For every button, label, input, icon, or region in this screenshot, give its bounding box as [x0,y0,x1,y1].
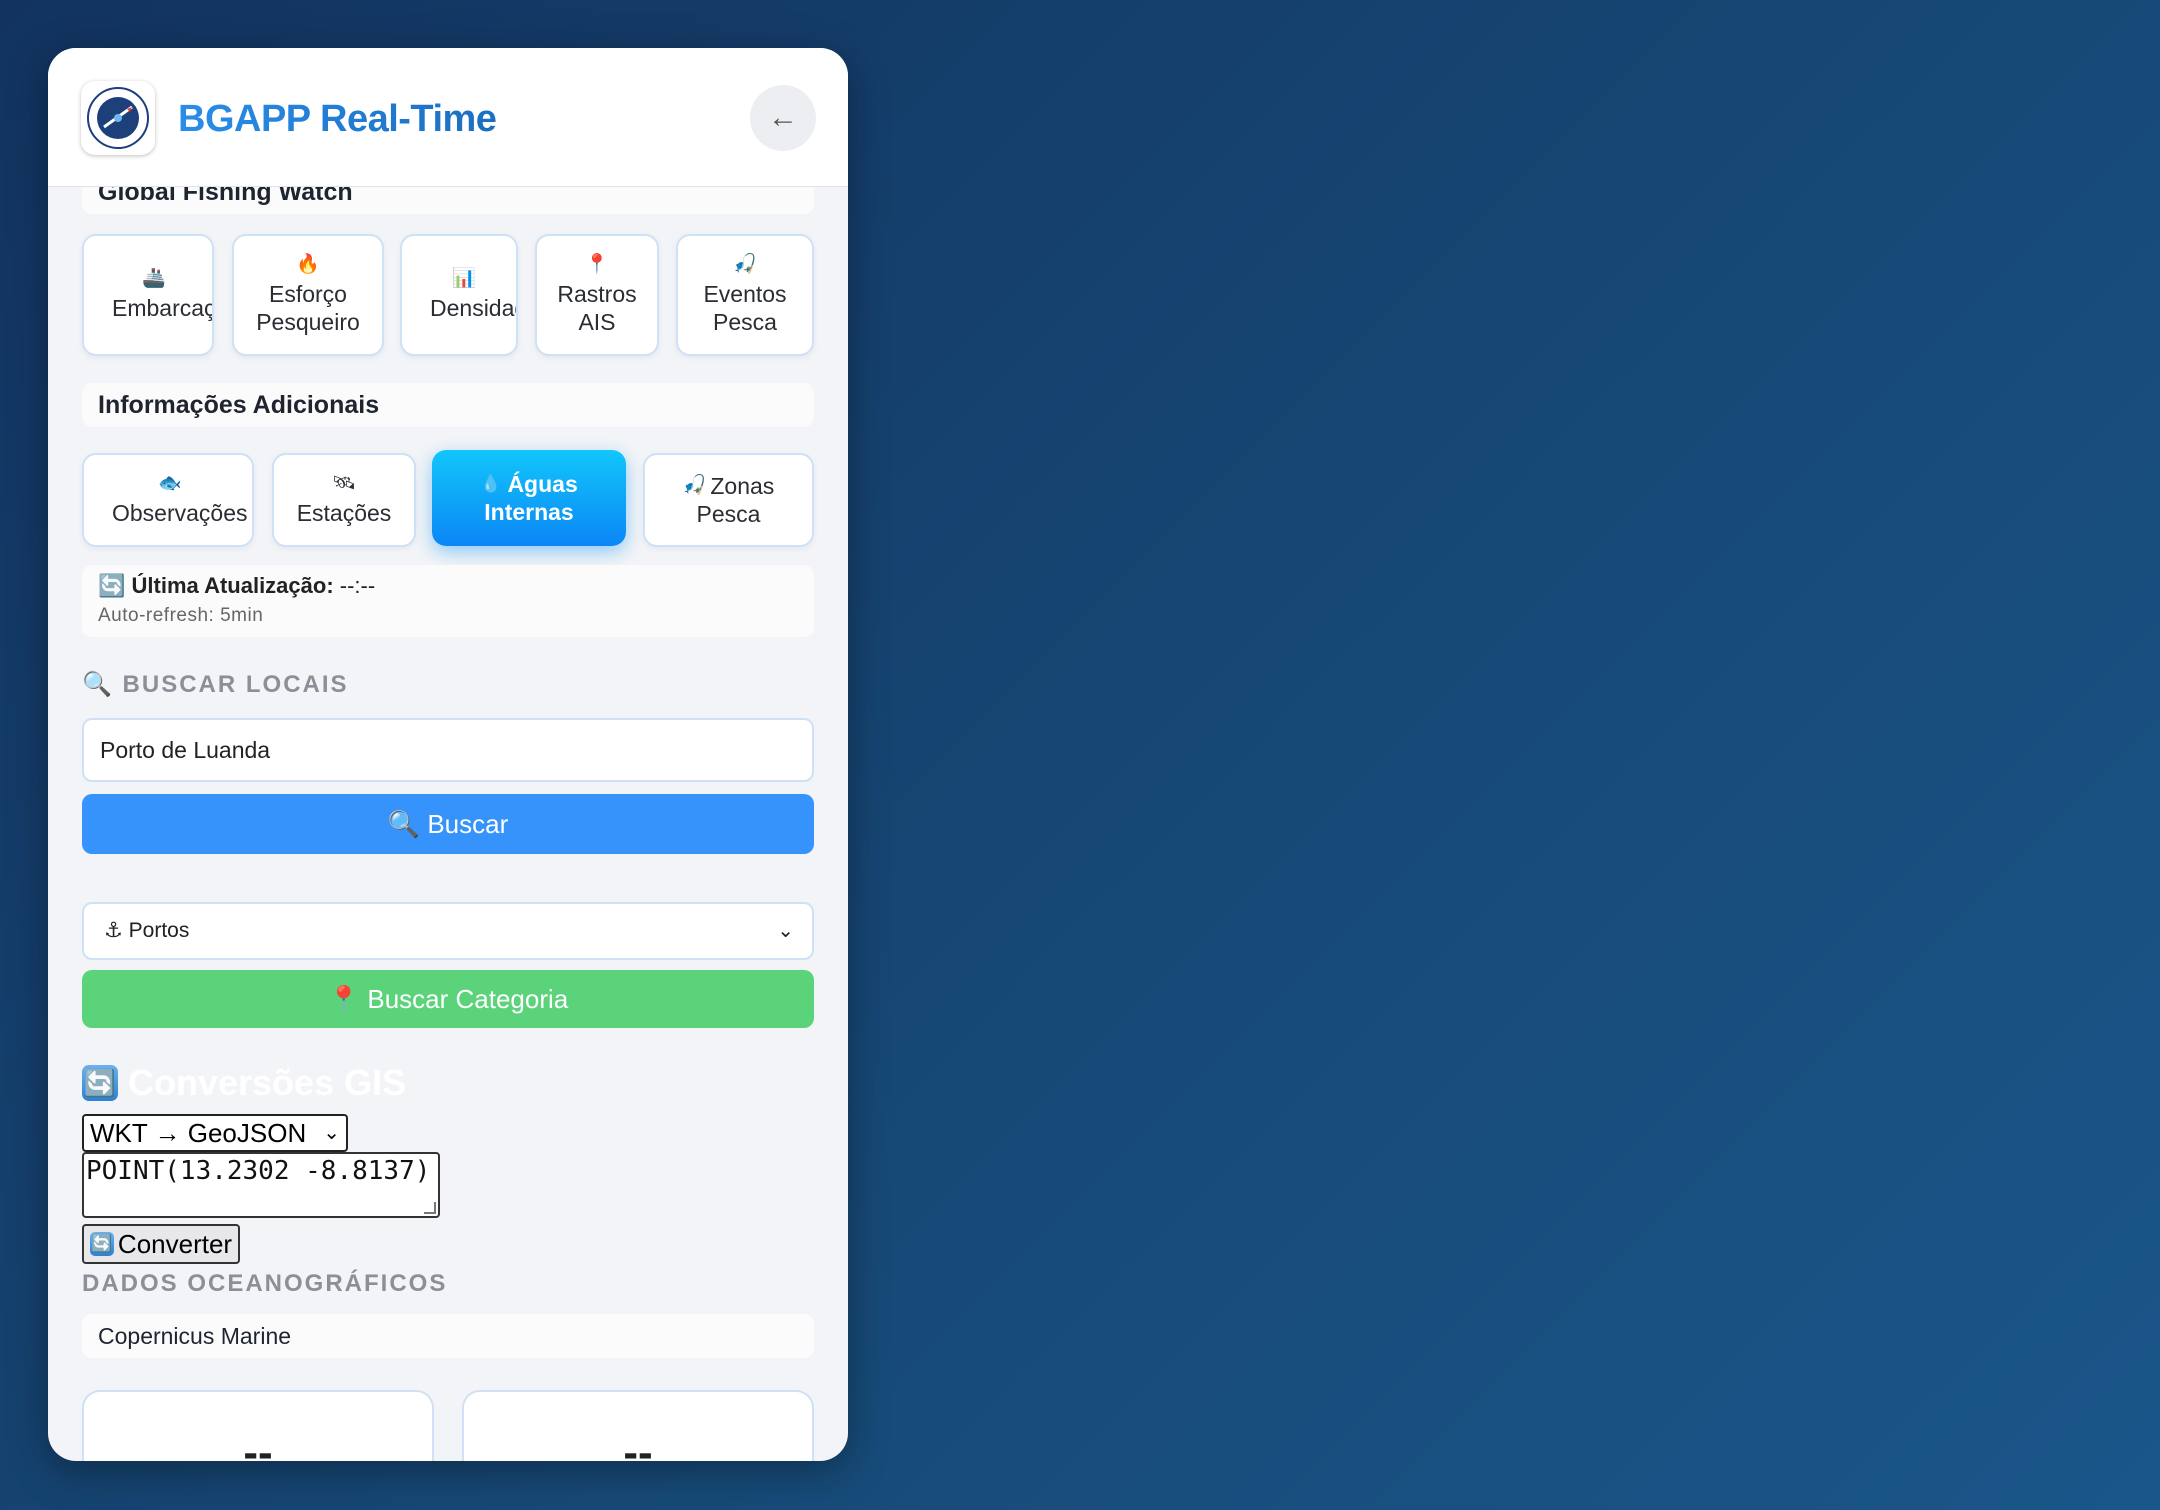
ocean-heading: DADOS OCEANOGRÁFICOS [82,1270,448,1297]
sync-icon: 🔄 [89,1232,114,1256]
card-label: Zonas [710,473,775,499]
conversion-type-select[interactable]: WKT → GeoJSON ⌄ [82,1114,348,1152]
card-label: Eventos [703,281,787,307]
card-estacoes[interactable]: 🛰 Estações [272,453,416,547]
metric-value: -- [623,1428,653,1461]
app-title: BGAPP Real-Time [178,98,497,140]
convert-label: Converter [117,1228,233,1259]
ocean-metric-card: -- [462,1390,814,1461]
fishing-pole-icon: 🎣 [682,475,707,496]
card-label: Observações [112,500,248,526]
gis-title: 🔄 Conversões GIS [82,1062,406,1104]
sync-icon: 🔄 [82,1065,118,1101]
bar-chart-icon: 📊 [452,268,476,289]
card-label: Rastros [557,281,637,307]
arrow-left-icon: ← [768,101,798,134]
chevron-down-icon: ⌄ [777,920,794,942]
sidebar-panel: Global Fishing Watch 🚢 Embarcações 🔥 Esf… [48,48,848,1461]
card-eventos-pesca[interactable]: 🎣 Eventos Pesca [676,234,814,356]
category-select-value: ⚓ Portos [104,919,190,942]
metric-value: -- [243,1428,273,1461]
gis-title-text: Conversões GIS [128,1062,407,1103]
last-update-line: 🔄 Última Atualização: --:-- [98,573,798,599]
card-rastros-ais[interactable]: 📍 Rastros AIS [535,234,659,356]
card-label: Internas [484,499,574,525]
ocean-source: Copernicus Marine [82,1314,814,1358]
card-label: Esforço [269,281,347,307]
card-label-row: 🎣 Zonas [683,472,775,500]
gis-input-value: POINT(13.2302 -8.8137) [86,1156,431,1186]
satellite-icon: 🛰 [331,473,357,494]
convert-button[interactable]: 🔄 Converter [82,1224,240,1264]
search-button[interactable]: 🔍 Buscar [82,794,814,854]
fish-icon: 🐟 [158,473,182,494]
card-label: Pesca [696,501,761,527]
last-update-box: 🔄 Última Atualização: --:-- Auto-refresh… [82,565,814,637]
droplet-icon: 💧 [480,474,502,493]
card-label: Embarcações [112,295,214,321]
section-title-extra: Informações Adicionais [82,383,814,427]
card-zonas-pesca[interactable]: 🎣 Zonas Pesca [643,453,814,547]
search-input[interactable]: Porto de Luanda [82,718,814,782]
category-select[interactable]: ⚓ Portos ⌄ [82,902,814,960]
card-observacoes[interactable]: 🐟 Observações [82,453,254,547]
chevron-down-icon: ⌄ [323,1122,340,1144]
gis-input-textarea[interactable]: POINT(13.2302 -8.8137) [82,1152,440,1218]
ship-icon: 🚢 [142,268,166,289]
refresh-icon: 🔄 [98,573,126,598]
card-esforco-pesqueiro[interactable]: 🔥 Esforço Pesqueiro [232,234,384,356]
card-label-row: 💧 Águas [480,470,577,498]
pin-icon: 📍 [585,254,609,275]
search-heading: 🔍 BUSCAR LOCAIS [82,671,349,698]
card-embarcacoes[interactable]: 🚢 Embarcações [82,234,214,356]
maritime-angola-logo-icon [81,81,155,155]
card-label: AIS [578,309,616,335]
card-label: Pesqueiro [256,309,360,335]
app-header: BGAPP Real-Time ← [48,48,848,187]
card-label: Densidade [430,295,516,321]
panel-content: Global Fishing Watch 🚢 Embarcações 🔥 Esf… [48,48,848,1461]
card-label: Pesca [713,309,777,335]
search-category-button[interactable]: 📍 Buscar Categoria [82,970,814,1028]
card-label: Estações [296,500,392,526]
fire-icon: 🔥 [296,254,320,275]
ocean-metric-card: -- [82,1390,434,1461]
fishing-pole-icon: 🎣 [733,254,757,275]
resize-handle-icon[interactable] [424,1202,436,1214]
last-update-value: --:-- [339,573,376,598]
back-button[interactable]: ← [750,85,816,151]
card-label: Águas [507,471,578,497]
auto-refresh-text: Auto-refresh: 5min [98,605,264,626]
card-aguas-internas[interactable]: 💧 Águas Internas [432,450,626,546]
last-update-label: Última Atualização: [131,573,334,598]
card-densidade[interactable]: 📊 Densidade [400,234,518,356]
conversion-type-value: WKT → GeoJSON [90,1118,307,1148]
